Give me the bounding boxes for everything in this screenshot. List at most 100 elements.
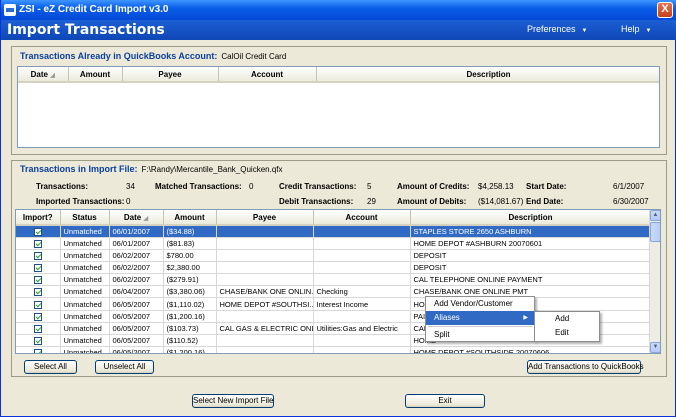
- col-account[interactable]: Account: [313, 210, 411, 226]
- menu-item-add-vendor[interactable]: Add Vendor/Customer: [426, 297, 534, 311]
- import-checkbox[interactable]: [33, 264, 42, 273]
- summary-label: Credit Transactions:: [279, 182, 357, 191]
- close-button[interactable]: X: [657, 2, 673, 18]
- exit-button[interactable]: Exit: [405, 394, 485, 408]
- col-status[interactable]: Status: [60, 210, 110, 226]
- select-new-import-file-button[interactable]: Select New Import File: [192, 394, 274, 408]
- cell-account: [313, 346, 411, 353]
- cell-description: CAL TELEPHONE ONLINE PAYMENT: [410, 273, 652, 287]
- cell-payee: [216, 261, 314, 275]
- table-row[interactable]: Unmatched 06/05/2007 ($1,110.02) HOME DEPOT…: [16, 297, 652, 311]
- window-title: ZSI - eZ Credit Card Import v3.0: [19, 4, 169, 15]
- table-row[interactable]: Unmatched 06/02/2007 $2,380.00 DEPOSIT: [16, 261, 652, 275]
- existing-title-label: Transactions Already in QuickBooks Accou…: [20, 51, 218, 61]
- col-payee[interactable]: Payee: [122, 67, 219, 83]
- col-date[interactable]: Date ◢: [18, 67, 69, 83]
- table-row[interactable]: Unmatched 06/02/2007 ($279.91) CAL TELEPHON…: [16, 273, 652, 287]
- summary-start-date: Start Date:: [526, 182, 566, 191]
- existing-account-name: CalOil Credit Card: [221, 52, 287, 61]
- cell-status: Unmatched: [60, 261, 110, 275]
- col-description[interactable]: Description: [410, 210, 652, 226]
- add-transactions-button[interactable]: Add Transactions to QuickBooks: [527, 360, 644, 374]
- cell-date: 06/04/2007: [109, 285, 164, 299]
- summary-amount-debits-value: ($14,081.67): [478, 197, 524, 206]
- summary-label: Transactions:: [36, 182, 89, 191]
- existing-transactions-grid[interactable]: Date ◢ Amount Payee Account Description: [17, 66, 660, 148]
- cell-amount: ($1,200.16): [163, 346, 217, 353]
- unselect-all-button[interactable]: Unselect All: [95, 360, 154, 374]
- col-description[interactable]: Description: [316, 67, 659, 83]
- cell-status: Unmatched: [60, 249, 110, 263]
- summary-matched: Matched Transactions:: [155, 182, 242, 191]
- summary-amount-debits: Amount of Debits:: [397, 197, 466, 206]
- scroll-down-icon[interactable]: ▼: [650, 342, 660, 353]
- table-row[interactable]: Unmatched 06/05/2007 ($1,200.16) HOME DEPOT…: [16, 346, 652, 353]
- import-checkbox[interactable]: [33, 324, 42, 333]
- cell-amount: ($81.83): [163, 237, 217, 251]
- table-row[interactable]: Unmatched 06/01/2007 ($81.83) HOME DEPOT #A…: [16, 237, 652, 251]
- submenu-item-add[interactable]: Add: [535, 312, 599, 326]
- import-panel-title: Transactions in Import File: F:\Randy\Mer…: [20, 164, 283, 174]
- cell-date: 06/02/2007: [109, 249, 164, 263]
- import-checkbox[interactable]: [33, 336, 42, 345]
- import-checkbox-cell: [16, 273, 61, 287]
- cell-amount: $2,380.00: [163, 261, 217, 275]
- cell-account: [313, 273, 411, 287]
- page-title: Import Transactions: [7, 22, 165, 38]
- cell-date: 06/01/2007: [109, 225, 164, 238]
- summary-credit: Credit Transactions:: [279, 182, 356, 191]
- import-checkbox[interactable]: [33, 312, 42, 321]
- submenu-item-edit[interactable]: Edit: [535, 326, 599, 340]
- import-checkbox[interactable]: [33, 252, 42, 261]
- summary-amount-credits-value: $4,258.13: [478, 182, 514, 191]
- vertical-scrollbar[interactable]: ▲ ▼: [649, 210, 660, 353]
- menu-item-split[interactable]: Split: [426, 328, 534, 342]
- col-amount[interactable]: Amount: [163, 210, 217, 226]
- menu-preferences[interactable]: Preferences ▼: [527, 24, 587, 34]
- import-checkbox[interactable]: [33, 348, 42, 353]
- import-checkbox[interactable]: [33, 276, 42, 285]
- cell-payee: CHASE/BANK ONE ONLIN...: [216, 285, 314, 299]
- col-date-label: Date: [30, 69, 48, 79]
- menu-item-aliases[interactable]: Aliases ▶: [426, 311, 534, 325]
- cell-status: Unmatched: [60, 346, 110, 353]
- col-account[interactable]: Account: [218, 67, 317, 83]
- cell-amount: ($3,380.06): [163, 285, 217, 299]
- import-checkbox[interactable]: [33, 300, 42, 309]
- scroll-thumb[interactable]: [650, 222, 660, 242]
- summary-label: Matched Transactions:: [155, 182, 242, 191]
- cell-date: 06/05/2007: [109, 297, 164, 311]
- cell-account: [313, 249, 411, 263]
- summary-imported-value: 0: [126, 197, 131, 206]
- col-import[interactable]: Import?: [16, 210, 61, 226]
- col-payee[interactable]: Payee: [216, 210, 314, 226]
- summary-matched-value: 0: [249, 182, 254, 191]
- import-checkbox-cell: [16, 334, 61, 347]
- summary-amount-credits: Amount of Credits:: [397, 182, 469, 191]
- scroll-up-icon[interactable]: ▲: [650, 210, 660, 221]
- import-checkbox[interactable]: [33, 228, 42, 237]
- col-amount[interactable]: Amount: [68, 67, 123, 83]
- cell-amount: ($110.52): [163, 334, 217, 347]
- existing-transactions-panel: Transactions Already in QuickBooks Accou…: [11, 46, 667, 155]
- table-row[interactable]: Unmatched 06/02/2007 $780.00 DEPOSIT: [16, 249, 652, 263]
- import-file-panel: Transactions in Import File: F:\Randy\Mer…: [11, 160, 667, 377]
- app-icon: [4, 4, 16, 16]
- table-row[interactable]: Unmatched 06/01/2007 ($34.88) STAPLES STORE…: [16, 225, 652, 238]
- table-row[interactable]: Unmatched 06/04/2007 ($3,380.06) CHASE/BANK…: [16, 285, 652, 299]
- cell-account: [313, 237, 411, 251]
- import-checkbox[interactable]: [33, 240, 42, 249]
- cell-status: Unmatched: [60, 273, 110, 287]
- menu-help[interactable]: Help ▼: [621, 24, 651, 34]
- summary-debit-value: 29: [367, 197, 376, 206]
- col-date[interactable]: Date ◢: [109, 210, 164, 226]
- select-all-button[interactable]: Select All: [24, 360, 77, 374]
- summary-start-date-value: 6/1/2007: [613, 182, 645, 191]
- cell-payee: [216, 225, 314, 238]
- import-checkbox[interactable]: [33, 288, 42, 297]
- cell-status: Unmatched: [60, 297, 110, 311]
- context-menu: Add Vendor/Customer Aliases ▶ Split: [425, 296, 535, 342]
- menu-separator: [428, 326, 532, 327]
- title-bar: ZSI - eZ Credit Card Import v3.0 X: [1, 0, 676, 20]
- summary-credit-value: 5: [367, 182, 372, 191]
